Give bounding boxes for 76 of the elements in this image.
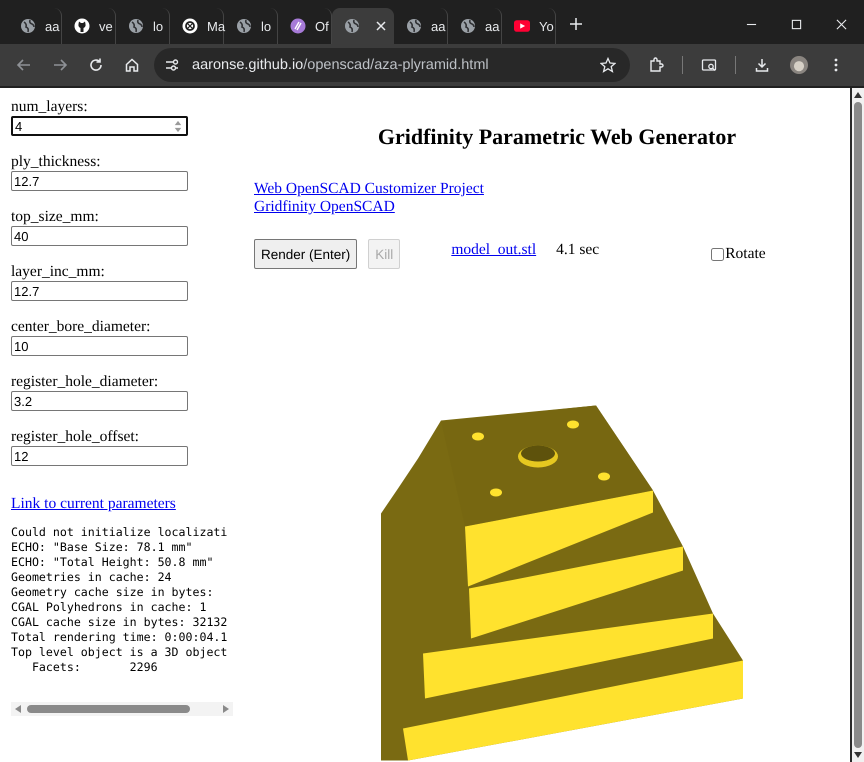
cat-silhouette-icon: [74, 18, 90, 34]
parameter-label: num_layers:: [11, 98, 88, 116]
back-arrow-icon[interactable]: [16, 57, 32, 73]
parameter-label: center_bore_diameter:: [11, 318, 150, 336]
bookmark-star-icon[interactable]: [600, 57, 616, 73]
puzzle-piece-icon[interactable]: [648, 57, 664, 73]
parameter-label: layer_inc_mm:: [11, 263, 105, 281]
render-time: 4.1 sec: [556, 241, 600, 259]
console-line: Geometry cache size in bytes:: [11, 585, 214, 600]
globe-icon: [460, 18, 476, 34]
console-line: ECHO: "Total Height: 50.8 mm": [11, 555, 214, 570]
console-line: CGAL cache size in bytes: 32132: [11, 615, 228, 630]
tab-search-icon[interactable]: [701, 57, 718, 73]
address-bar[interactable]: aaronse.github.io/openscad/aza-plyramid.html: [154, 48, 630, 82]
scroll-right-icon[interactable]: [223, 705, 229, 713]
tab-title: lo: [261, 18, 272, 34]
globe-icon: [344, 18, 360, 34]
number-input[interactable]: 4: [11, 116, 188, 136]
tab-title: Of: [315, 18, 329, 34]
page-title: Gridfinity Parametric Web Generator: [376, 124, 738, 150]
scroll-down-icon[interactable]: [854, 752, 862, 758]
tab-title: aa: [431, 18, 446, 34]
knot-logo-icon: [182, 18, 198, 34]
download-icon[interactable]: [754, 57, 770, 73]
tab-title: aa: [45, 18, 60, 34]
project-link[interactable]: Gridfinity OpenSCAD: [254, 198, 395, 216]
console-line: Total rendering time: 0:00:04.1: [11, 630, 228, 645]
browser-tab[interactable]: [332, 8, 394, 44]
play-logo-icon: [514, 18, 530, 34]
console-line: Could not initialize localizati: [11, 525, 228, 540]
text-input[interactable]: 40: [11, 226, 188, 246]
parameter-label: ply_thickness:: [11, 153, 101, 171]
text-input[interactable]: 12: [11, 446, 188, 466]
reload-icon[interactable]: [88, 57, 104, 73]
checkbox-label: Rotate: [725, 245, 766, 263]
console-line: ECHO: "Base Size: 78.1 mm": [11, 540, 194, 555]
tab-title: Yo: [539, 18, 554, 34]
swirl-logo-icon: [290, 18, 306, 34]
console-line: Facets: 2296: [30, 660, 159, 675]
globe-icon: [20, 18, 36, 34]
console-line: Top level object is a 3D object: [11, 645, 228, 660]
rotate-checkbox[interactable]: [711, 248, 724, 260]
forward-arrow-icon[interactable]: [52, 57, 68, 73]
url-text: aaronse.github.io/openscad/aza-plyramid.html: [192, 57, 490, 73]
scroll-up-icon[interactable]: [854, 92, 862, 98]
tab-title: lo: [153, 18, 164, 34]
parameters-link[interactable]: Link to current parameters: [11, 495, 176, 513]
horizontal-scrollbar[interactable]: [11, 702, 233, 716]
tab-title: Ma: [207, 18, 226, 34]
text-input[interactable]: 10: [11, 336, 188, 356]
console-line: CGAL Polyhedrons in cache: 1: [11, 600, 208, 615]
globe-icon: [236, 18, 252, 34]
home-icon[interactable]: [124, 57, 140, 73]
parameter-label: register_hole_diameter:: [11, 373, 158, 391]
maximize-icon[interactable]: [791, 18, 802, 30]
download-link[interactable]: model_out.stl: [451, 241, 536, 259]
vertical-scrollbar[interactable]: [850, 88, 864, 762]
avatar-icon[interactable]: [790, 56, 808, 74]
globe-icon: [128, 18, 144, 34]
project-link[interactable]: Web OpenSCAD Customizer Project: [254, 180, 484, 198]
scroll-left-icon[interactable]: [15, 705, 21, 713]
tab-title: ve: [99, 18, 113, 34]
parameter-label: top_size_mm:: [11, 208, 99, 226]
text-input[interactable]: 12.7: [11, 281, 188, 301]
text-input[interactable]: 12.7: [11, 171, 188, 191]
site-settings-icon[interactable]: [164, 57, 180, 73]
render-button[interactable]: Render (Enter): [254, 239, 358, 269]
spinner-arrows-icon[interactable]: [174, 120, 182, 133]
new-tab-icon[interactable]: [570, 18, 582, 30]
globe-icon: [406, 18, 422, 34]
console-line: Geometries in cache: 24: [11, 570, 173, 585]
close-icon[interactable]: [836, 18, 847, 30]
parameter-label: register_hole_offset:: [11, 428, 139, 446]
tab-title: aa: [485, 18, 500, 34]
text-input[interactable]: 3.2: [11, 391, 188, 411]
close-icon[interactable]: [376, 21, 386, 31]
